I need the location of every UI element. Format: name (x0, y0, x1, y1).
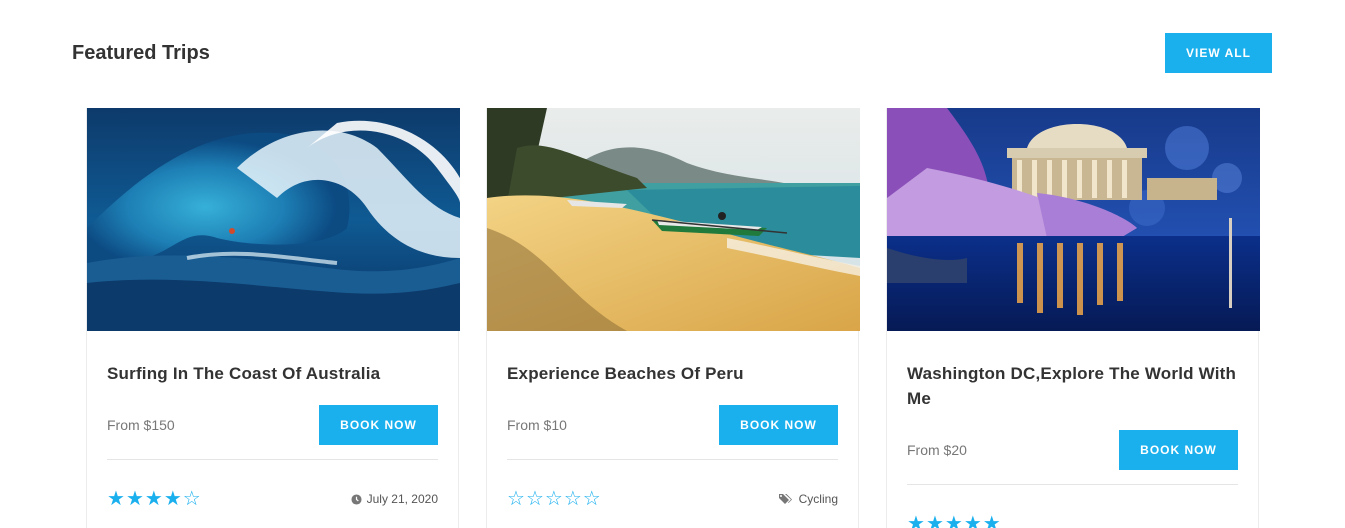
trip-card: Surfing In The Coast Of Australia From $… (86, 108, 460, 528)
star-rating: ☆ ☆ ☆ ☆ ☆ (507, 489, 601, 509)
tags-icon (778, 494, 792, 504)
trip-title[interactable]: Surfing In The Coast Of Australia (107, 361, 438, 386)
divider (507, 459, 838, 460)
trip-date: July 21, 2020 (351, 492, 438, 506)
star-empty-icon: ☆ (182, 488, 201, 510)
clock-icon (351, 493, 362, 505)
star-rating: ★ ★ ★ ★ ☆ (107, 489, 201, 509)
date-text: July 21, 2020 (366, 492, 438, 506)
star-empty-icon: ☆ (525, 488, 544, 510)
book-now-button[interactable]: BOOK NOW (719, 405, 838, 445)
star-filled-icon: ★ (907, 513, 925, 528)
star-filled-icon: ★ (163, 488, 182, 510)
trip-card: Experience Beaches Of Peru From $10 BOOK… (486, 108, 860, 528)
star-filled-icon: ★ (144, 488, 163, 510)
star-empty-icon: ☆ (563, 488, 582, 510)
star-rating: ★ ★ ★ ★ ★ (907, 514, 1001, 528)
section-title: Featured Trips (72, 42, 210, 64)
trip-title[interactable]: Experience Beaches Of Peru (507, 361, 838, 386)
trip-image[interactable] (887, 108, 1260, 331)
divider (907, 484, 1238, 485)
trip-price: From $150 (107, 417, 175, 433)
star-filled-icon: ★ (963, 513, 982, 528)
divider (107, 459, 438, 460)
category-text[interactable]: Cycling (799, 492, 838, 506)
view-all-button[interactable]: VIEW ALL (1165, 33, 1272, 73)
book-now-button[interactable]: BOOK NOW (319, 405, 438, 445)
book-now-button[interactable]: BOOK NOW (1119, 430, 1238, 470)
star-empty-icon: ☆ (582, 488, 601, 510)
trip-price: From $10 (507, 417, 567, 433)
trip-card: Washington DC,Explore The World With Me … (886, 108, 1260, 528)
star-filled-icon: ★ (107, 488, 125, 510)
star-filled-icon: ★ (944, 513, 963, 528)
trip-category[interactable]: Cycling (778, 492, 838, 506)
star-filled-icon: ★ (125, 488, 144, 510)
star-filled-icon: ★ (982, 513, 1001, 528)
trip-image[interactable] (487, 108, 860, 331)
star-empty-icon: ☆ (544, 488, 563, 510)
trip-title[interactable]: Washington DC,Explore The World With Me (907, 361, 1238, 411)
trip-image[interactable] (87, 108, 460, 331)
star-empty-icon: ☆ (507, 488, 525, 510)
star-filled-icon: ★ (925, 513, 944, 528)
trip-price: From $20 (907, 442, 967, 458)
